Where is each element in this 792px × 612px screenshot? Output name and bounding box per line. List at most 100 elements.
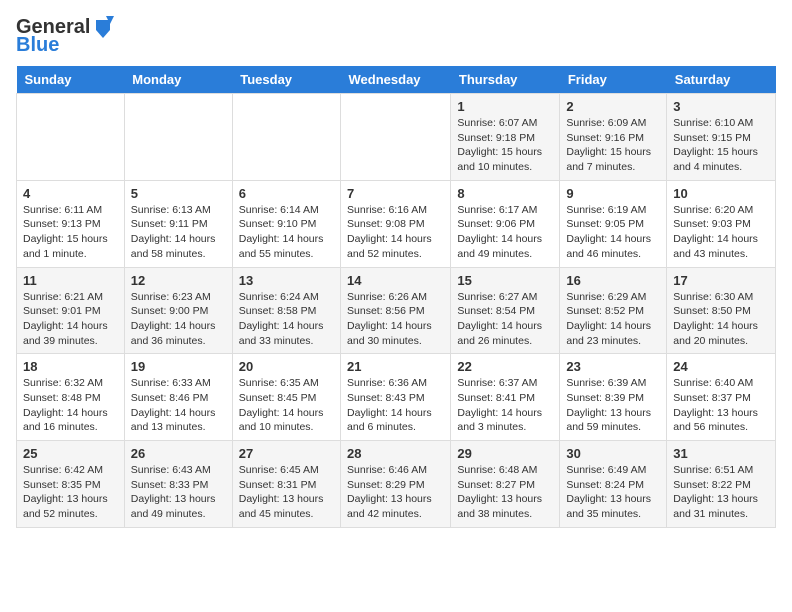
day-header-wednesday: Wednesday — [341, 66, 451, 94]
day-info: Sunrise: 6:51 AMSunset: 8:22 PMDaylight:… — [673, 463, 769, 522]
calendar-cell: 15 Sunrise: 6:27 AMSunset: 8:54 PMDayligh… — [451, 267, 560, 354]
day-info: Sunrise: 6:36 AMSunset: 8:43 PMDaylight:… — [347, 376, 444, 435]
logo-arrow-icon — [92, 16, 114, 38]
calendar-cell: 27Sunrise: 6:45 AMSunset: 8:31 PMDayligh… — [232, 441, 340, 528]
day-info: Sunrise: 6:23 AMSunset: 9:00 PMDaylight:… — [131, 290, 226, 349]
day-info: Sunrise: 6:26 AMSunset: 8:56 PMDaylight:… — [347, 290, 444, 349]
day-number: 24 — [673, 359, 769, 374]
day-info: Sunrise: 6:27 AMSunset: 8:54 PMDaylight:… — [457, 290, 553, 349]
calendar-cell: 26 Sunrise: 6:43 AMSunset: 8:33 PMDayligh… — [124, 441, 232, 528]
day-info: Sunrise: 6:19 AMSunset: 9:05 PMDaylight:… — [566, 203, 660, 262]
calendar-cell: 7 Sunrise: 6:16 AMSunset: 9:08 PMDaylight… — [341, 180, 451, 267]
calendar-cell — [17, 94, 125, 181]
day-number: 13 — [239, 273, 334, 288]
day-info: Sunrise: 6:20 AMSunset: 9:03 PMDaylight:… — [673, 203, 769, 262]
calendar-cell — [124, 94, 232, 181]
calendar-cell: 12 Sunrise: 6:23 AMSunset: 9:00 PMDayligh… — [124, 267, 232, 354]
calendar-cell: 2Sunrise: 6:09 AMSunset: 9:16 PMDaylight… — [560, 94, 667, 181]
calendar-cell: 8 Sunrise: 6:17 AMSunset: 9:06 PMDaylight… — [451, 180, 560, 267]
calendar-cell: 19 Sunrise: 6:33 AMSunset: 8:46 PMDayligh… — [124, 354, 232, 441]
week-row-2: 4 Sunrise: 6:11 AMSunset: 9:13 PMDaylight… — [17, 180, 776, 267]
day-info: Sunrise: 6:37 AMSunset: 8:41 PMDaylight:… — [457, 376, 553, 435]
calendar-cell: 21 Sunrise: 6:36 AMSunset: 8:43 PMDayligh… — [341, 354, 451, 441]
day-info: Sunrise: 6:11 AMSunset: 9:13 PMDaylight:… — [23, 203, 118, 262]
day-info: Sunrise: 6:43 AMSunset: 8:33 PMDaylight:… — [131, 463, 226, 522]
calendar-cell: 24Sunrise: 6:40 AMSunset: 8:37 PMDayligh… — [667, 354, 776, 441]
day-info: Sunrise: 6:13 AMSunset: 9:11 PMDaylight:… — [131, 203, 226, 262]
calendar-cell: 1Sunrise: 6:07 AMSunset: 9:18 PMDaylight… — [451, 94, 560, 181]
day-number: 19 — [131, 359, 226, 374]
day-number: 5 — [131, 186, 226, 201]
day-number: 29 — [457, 446, 553, 461]
week-row-3: 11 Sunrise: 6:21 AMSunset: 9:01 PMDayligh… — [17, 267, 776, 354]
calendar-cell: 18 Sunrise: 6:32 AMSunset: 8:48 PMDayligh… — [17, 354, 125, 441]
day-number: 30 — [566, 446, 660, 461]
calendar-cell: 23 Sunrise: 6:39 AMSunset: 8:39 PMDayligh… — [560, 354, 667, 441]
calendar-cell: 6 Sunrise: 6:14 AMSunset: 9:10 PMDaylight… — [232, 180, 340, 267]
day-info: Sunrise: 6:29 AMSunset: 8:52 PMDaylight:… — [566, 290, 660, 349]
day-number: 1 — [457, 99, 553, 114]
day-header-tuesday: Tuesday — [232, 66, 340, 94]
day-header-friday: Friday — [560, 66, 667, 94]
day-number: 28 — [347, 446, 444, 461]
calendar-cell — [232, 94, 340, 181]
day-number: 27 — [239, 446, 334, 461]
day-number: 8 — [457, 186, 553, 201]
day-number: 25 — [23, 446, 118, 461]
calendar-cell: 3 Sunrise: 6:10 AMSunset: 9:15 PMDaylight… — [667, 94, 776, 181]
calendar-cell: 17 Sunrise: 6:30 AMSunset: 8:50 PMDayligh… — [667, 267, 776, 354]
day-info: Sunrise: 6:46 AMSunset: 8:29 PMDaylight:… — [347, 463, 444, 522]
day-number: 14 — [347, 273, 444, 288]
day-number: 16 — [566, 273, 660, 288]
day-info: Sunrise: 6:09 AMSunset: 9:16 PMDaylight:… — [566, 116, 660, 175]
calendar-cell: 29 Sunrise: 6:48 AMSunset: 8:27 PMDayligh… — [451, 441, 560, 528]
calendar-cell: 5 Sunrise: 6:13 AMSunset: 9:11 PMDaylight… — [124, 180, 232, 267]
day-number: 26 — [131, 446, 226, 461]
calendar-cell — [341, 94, 451, 181]
day-number: 21 — [347, 359, 444, 374]
day-info: Sunrise: 6:30 AMSunset: 8:50 PMDaylight:… — [673, 290, 769, 349]
day-number: 17 — [673, 273, 769, 288]
calendar-cell: 16 Sunrise: 6:29 AMSunset: 8:52 PMDayligh… — [560, 267, 667, 354]
day-info: Sunrise: 6:48 AMSunset: 8:27 PMDaylight:… — [457, 463, 553, 522]
day-info: Sunrise: 6:10 AMSunset: 9:15 PMDaylight:… — [673, 116, 769, 175]
calendar-cell: 4 Sunrise: 6:11 AMSunset: 9:13 PMDaylight… — [17, 180, 125, 267]
calendar-cell: 28 Sunrise: 6:46 AMSunset: 8:29 PMDayligh… — [341, 441, 451, 528]
week-row-5: 25 Sunrise: 6:42 AMSunset: 8:35 PMDayligh… — [17, 441, 776, 528]
day-number: 20 — [239, 359, 334, 374]
day-info: Sunrise: 6:49 AMSunset: 8:24 PMDaylight:… — [566, 463, 660, 522]
calendar-cell: 10 Sunrise: 6:20 AMSunset: 9:03 PMDayligh… — [667, 180, 776, 267]
logo-text-general: General — [16, 16, 90, 38]
day-number: 10 — [673, 186, 769, 201]
day-info: Sunrise: 6:16 AMSunset: 9:08 PMDaylight:… — [347, 203, 444, 262]
calendar-cell: 13 Sunrise: 6:24 AMSunset: 8:58 PMDayligh… — [232, 267, 340, 354]
calendar-cell: 14 Sunrise: 6:26 AMSunset: 8:56 PMDayligh… — [341, 267, 451, 354]
day-number: 9 — [566, 186, 660, 201]
day-number: 12 — [131, 273, 226, 288]
day-number: 3 — [673, 99, 769, 114]
day-header-sunday: Sunday — [17, 66, 125, 94]
day-info: Sunrise: 6:14 AMSunset: 9:10 PMDaylight:… — [239, 203, 334, 262]
day-number: 18 — [23, 359, 118, 374]
calendar-cell: 30 Sunrise: 6:49 AMSunset: 8:24 PMDayligh… — [560, 441, 667, 528]
day-number: 23 — [566, 359, 660, 374]
week-row-1: 1Sunrise: 6:07 AMSunset: 9:18 PMDaylight… — [17, 94, 776, 181]
day-info: Sunrise: 6:17 AMSunset: 9:06 PMDaylight:… — [457, 203, 553, 262]
day-number: 11 — [23, 273, 118, 288]
day-number: 6 — [239, 186, 334, 201]
day-info: Sunrise: 6:21 AMSunset: 9:01 PMDaylight:… — [23, 290, 118, 349]
days-header-row: SundayMondayTuesdayWednesdayThursdayFrid… — [17, 66, 776, 94]
calendar-cell: 20 Sunrise: 6:35 AMSunset: 8:45 PMDayligh… — [232, 354, 340, 441]
day-number: 7 — [347, 186, 444, 201]
calendar-cell: 9 Sunrise: 6:19 AMSunset: 9:05 PMDaylight… — [560, 180, 667, 267]
day-info: Sunrise: 6:39 AMSunset: 8:39 PMDaylight:… — [566, 376, 660, 435]
day-info: Sunrise: 6:42 AMSunset: 8:35 PMDaylight:… — [23, 463, 118, 522]
day-info: Sunrise: 6:32 AMSunset: 8:48 PMDaylight:… — [23, 376, 118, 435]
day-number: 4 — [23, 186, 118, 201]
day-info: Sunrise: 6:33 AMSunset: 8:46 PMDaylight:… — [131, 376, 226, 435]
day-info: Sunrise: 6:35 AMSunset: 8:45 PMDaylight:… — [239, 376, 334, 435]
logo: General Blue — [16, 16, 114, 56]
calendar-table: SundayMondayTuesdayWednesdayThursdayFrid… — [16, 66, 776, 528]
day-info: Sunrise: 6:24 AMSunset: 8:58 PMDaylight:… — [239, 290, 334, 349]
day-number: 15 — [457, 273, 553, 288]
